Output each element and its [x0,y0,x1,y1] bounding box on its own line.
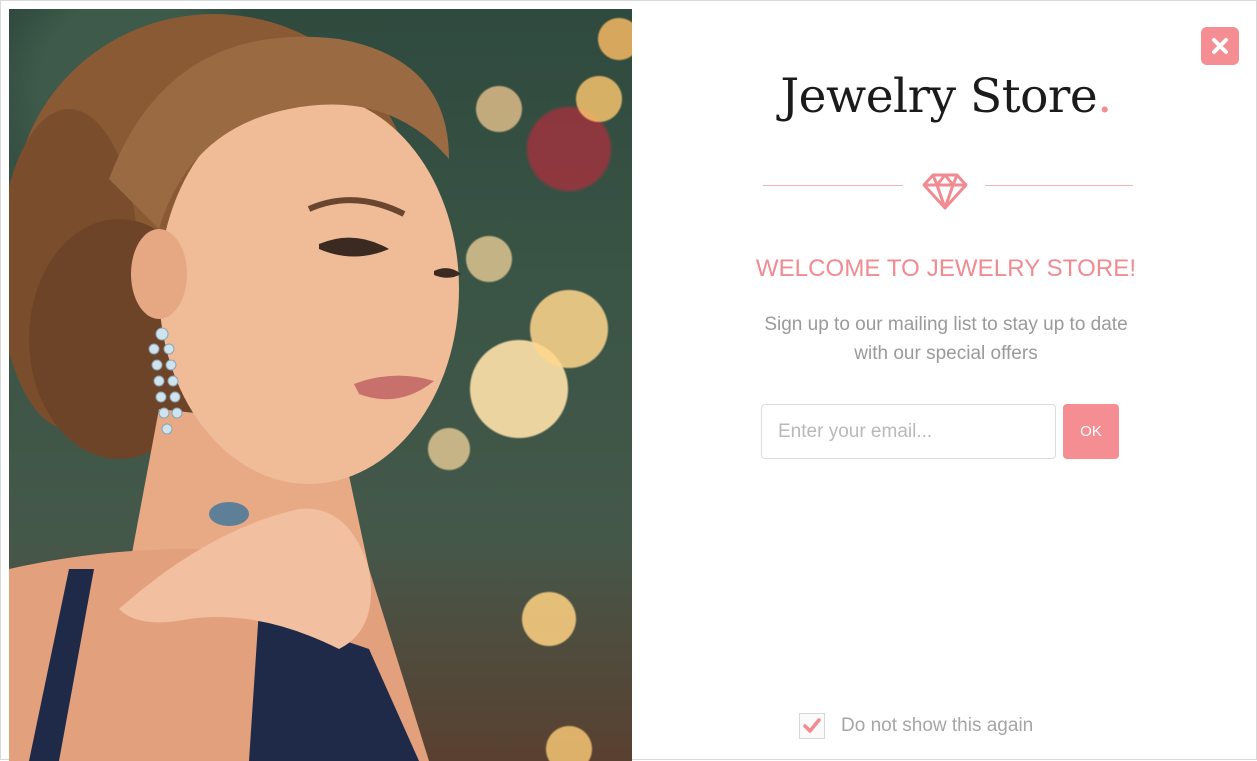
signup-description-line-2: with our special offers [854,343,1038,364]
dont-show-again-label: Do not show this again [841,715,1034,736]
diamond-icon [922,173,968,210]
signup-description-line-1: Sign up to our mailing list to stay up t… [764,314,1128,335]
email-input[interactable] [761,404,1056,459]
brand-title: Jewelry Store. [681,69,1211,124]
welcome-heading: WELCOME TO JEWELRY STORE! [755,255,1137,282]
dont-show-again-toggle[interactable]: Do not show this again [799,709,1033,743]
model-illustration [9,14,461,761]
newsletter-popup: Jewelry Store. WELCOME TO JEWELRY STORE!… [0,0,1257,761]
ok-button[interactable]: OK [1063,404,1119,459]
brand-name: Jewelry Store [780,69,1098,124]
dont-show-again-checkbox[interactable] [799,713,825,739]
brand-dot: . [1097,69,1112,124]
divider-left-line [763,185,903,186]
divider-right-line [985,185,1133,186]
close-icon [1212,38,1228,54]
signup-description: Sign up to our mailing list to stay up t… [701,310,1191,368]
close-button[interactable] [1201,27,1239,65]
hero-photo [9,9,632,761]
checkmark-icon [803,718,821,733]
